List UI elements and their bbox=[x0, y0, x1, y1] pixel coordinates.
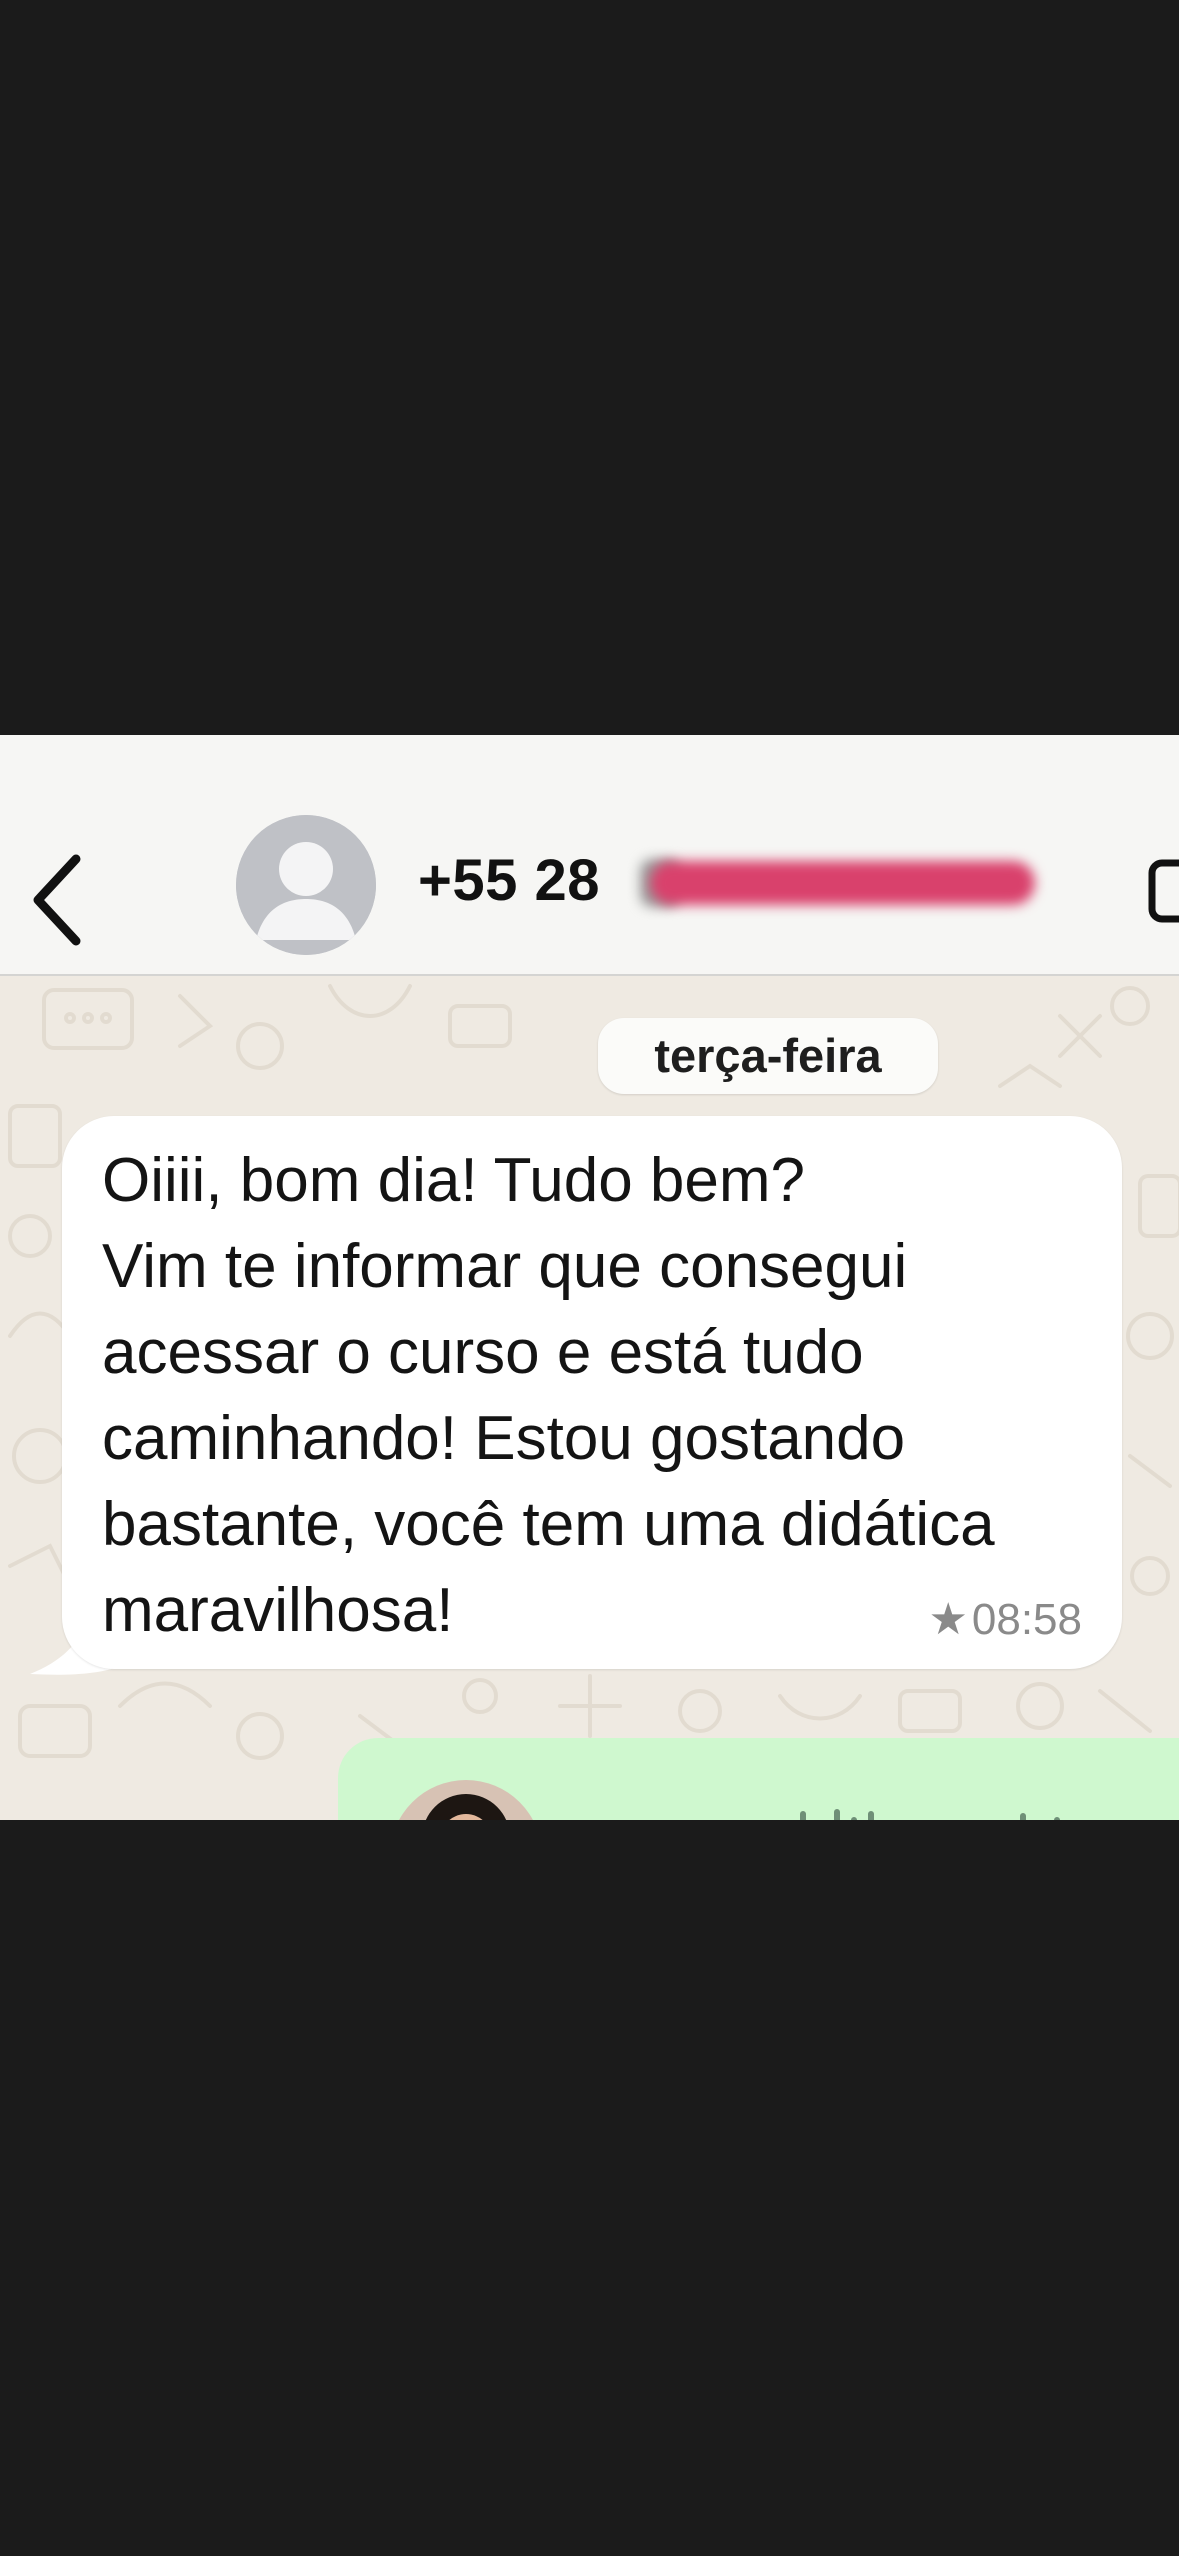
video-call-icon bbox=[1148, 859, 1179, 923]
incoming-message-bubble[interactable]: Oiiii, bom dia! Tudo bem? Vim te informa… bbox=[62, 1116, 1122, 1669]
chevron-left-icon bbox=[33, 854, 81, 946]
back-button[interactable] bbox=[24, 845, 94, 955]
chat-area[interactable]: terça-feira Oiiii, bom dia! Tudo bem? Vi… bbox=[0, 976, 1179, 1820]
chat-screen: +55 28 terça-feira Oiiii, bom dia! Tudo … bbox=[0, 735, 1179, 1820]
message-time: 08:58 bbox=[971, 1594, 1082, 1644]
sender-photo bbox=[390, 1780, 542, 1820]
contact-avatar[interactable] bbox=[236, 815, 376, 955]
redacted-number bbox=[650, 861, 1035, 905]
date-separator: terça-feira bbox=[598, 1018, 938, 1094]
outgoing-audio-message[interactable] bbox=[338, 1738, 1179, 1820]
message-text: Oiiii, bom dia! Tudo bem? Vim te informa… bbox=[102, 1146, 995, 1645]
message-meta: ★ 08:58 bbox=[928, 1594, 1082, 1645]
star-icon: ★ bbox=[928, 1595, 968, 1644]
contact-phone-number[interactable]: +55 28 bbox=[418, 847, 600, 914]
video-call-button[interactable] bbox=[1148, 853, 1179, 933]
person-icon bbox=[236, 815, 376, 955]
chat-header: +55 28 bbox=[0, 735, 1179, 976]
audio-waveform-icon[interactable] bbox=[598, 1794, 1179, 1820]
